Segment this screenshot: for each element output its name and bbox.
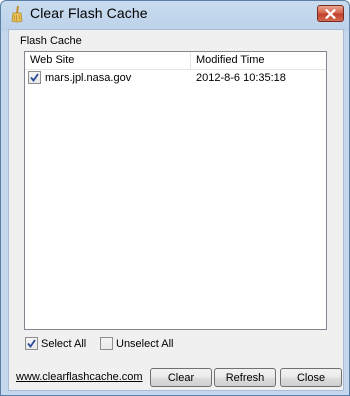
- column-web-site[interactable]: Web Site: [25, 52, 191, 69]
- window-close-button[interactable]: [317, 5, 344, 22]
- list-item[interactable]: mars.jpl.nasa.gov 2012-8-6 10:35:18: [25, 70, 326, 86]
- row-web-site: mars.jpl.nasa.gov: [45, 72, 132, 84]
- row-checkbox[interactable]: [28, 71, 41, 84]
- check-icon: [30, 73, 39, 82]
- cache-list[interactable]: Web Site Modified Time mars.jpl.nasa.gov…: [24, 51, 327, 330]
- close-icon: [325, 8, 336, 19]
- close-button[interactable]: Close: [280, 368, 342, 387]
- app-window: Clear Flash Cache Flash Cache Web Site M…: [0, 0, 350, 396]
- broom-icon: [11, 6, 23, 23]
- title-bar[interactable]: Clear Flash Cache: [1, 1, 349, 27]
- group-label: Flash Cache: [20, 35, 82, 47]
- list-header: Web Site Modified Time: [25, 52, 326, 70]
- website-link[interactable]: www.clearflashcache.com: [16, 371, 143, 383]
- dialog-body: Flash Cache Web Site Modified Time mars.…: [8, 29, 344, 391]
- clear-button[interactable]: Clear: [150, 368, 212, 387]
- refresh-button[interactable]: Refresh: [214, 368, 276, 387]
- row-modified-time: 2012-8-6 10:35:18: [196, 72, 286, 84]
- unselect-all-box[interactable]: [100, 337, 113, 350]
- window-title: Clear Flash Cache: [30, 5, 148, 21]
- column-modified-time[interactable]: Modified Time: [192, 52, 326, 69]
- unselect-all-label[interactable]: Unselect All: [116, 337, 173, 351]
- select-all-label[interactable]: Select All: [41, 337, 86, 351]
- check-icon: [27, 339, 36, 348]
- select-all-box[interactable]: [25, 337, 38, 350]
